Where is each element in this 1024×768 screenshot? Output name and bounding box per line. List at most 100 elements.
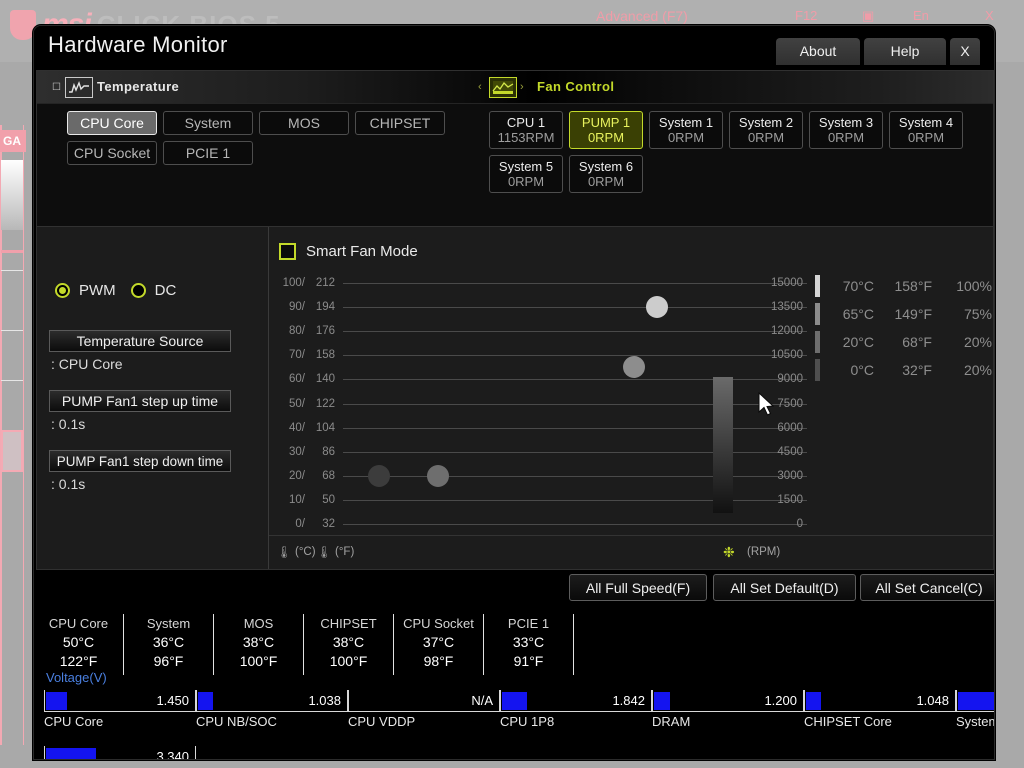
fan-button-system-2[interactable]: System 2 0RPM [729,111,803,149]
fan-name: PUMP 1 [581,114,631,130]
temp-source-chipset[interactable]: CHIPSET [355,111,445,135]
temperature-source-row: CPU Core System MOS CHIPSET [67,111,445,135]
fan-selector-row: System 5 0RPM System 6 0RPM [489,155,963,193]
fan-button-system-1[interactable]: System 1 0RPM [649,111,723,149]
temperature-source-setting[interactable]: Temperature Source [49,330,231,352]
rpm-tick-label: 0 [796,518,803,530]
rpm-tick-label: 1500 [777,493,803,506]
all-set-default-d-button[interactable]: All Set Default(D) [713,574,856,601]
voltage-bar-fill [806,692,821,710]
fan-control-body: PWM DC Temperature Source : CPU Core PUM… [37,226,993,569]
legend-row: 0°C 32°F 20% [815,359,992,381]
fan-rpm: 0RPM [907,129,945,145]
temp-readout-system: System 36°C 96°F [124,614,214,675]
voltage-label: System 12V [956,714,994,729]
voltage-bar-track: 1.048 [804,690,956,712]
help-button[interactable]: Help [864,38,946,65]
bios-side-highlight [1,430,23,472]
temp-readout-fahrenheit: 122°F [59,653,98,669]
voltage-bar-track: 1.842 [500,690,652,712]
prev-section-arrow[interactable]: ‹ [478,81,482,93]
thermometer-icon: 🌡 [317,547,332,559]
next-section-arrow[interactable]: › [520,81,524,93]
fan-rpm: 0RPM [507,173,545,189]
dc-radio[interactable] [130,283,146,298]
close-button[interactable]: X [950,38,980,65]
fan-action-buttons: All Full Speed(F) All Set Default(D) All S… [34,574,994,606]
temp-readout-name: MOS [243,616,274,631]
temperature-tick-label: 100/212 [282,277,335,289]
legend-percent: 20% [963,334,992,350]
legend-fahrenheit: 68°F [902,334,932,350]
fan-button-system-5[interactable]: System 5 0RPM [489,155,563,193]
fan-control-section-title: Fan Control [537,79,615,94]
fan-button-cpu-1[interactable]: CPU 1 1153RPM [489,111,563,149]
temperature-tick-label: 80/176 [289,325,335,338]
temperature-collapse-icon[interactable]: ☐ [52,82,61,93]
fan-name: CPU 1 [506,114,546,130]
mouse-cursor [757,391,777,425]
smart-fan-mode-checkbox[interactable] [279,243,296,260]
legend-celsius: 65°C [842,306,874,322]
temperature-source-buttons: CPU Core System MOS CHIPSET CPU Socket P… [67,111,445,171]
voltage-bar-fill [502,692,528,710]
voltage-bar-fill [654,692,671,710]
temp-source-mos[interactable]: MOS [259,111,349,135]
temperature-source-value: : CPU Core [51,356,123,372]
temp-readout-fahrenheit: 100°F [329,653,368,669]
fan-curve-point-4[interactable] [646,296,669,319]
voltage-bar-track: 12.288 [956,690,994,712]
temp-readout-cpu-socket: CPU Socket 37°C 98°F [394,614,484,675]
rpm-unit-label: (RPM) [747,546,781,558]
fan-curve-point-1[interactable] [367,464,390,487]
fan-curve-point-2[interactable] [427,464,450,487]
temp-source-system[interactable]: System [163,111,253,135]
bios-side-cell [1,270,23,330]
temp-readout-cpu-core: CPU Core 50°C 122°F [34,614,124,675]
voltage-label: CHIPSET Core [804,714,892,729]
about-button[interactable]: About [776,38,860,65]
pwm-radio[interactable] [55,283,70,298]
temp-source-pcie-1[interactable]: PCIE 1 [163,141,253,165]
advanced-mode-label: Advanced (F7) [596,8,688,24]
temp-readout-celsius: 50°C [62,634,95,650]
rpm-tick-label: 9000 [777,373,803,386]
voltage-item-cpu-nb-soc: 1.038 CPU NB/SOC [196,690,348,729]
temp-source-cpu-core[interactable]: CPU Core [67,111,157,135]
step-down-time-setting[interactable]: PUMP Fan1 step down time [49,450,231,472]
fan-button-system-3[interactable]: System 3 0RPM [809,111,883,149]
fan-button-pump-1[interactable]: PUMP 1 0RPM [569,111,643,149]
page-title: Hardware Monitor [48,32,228,57]
fan-curve-point-3[interactable] [623,356,646,379]
voltage-section-title: Voltage(V) [46,670,107,685]
temperature-tick-label: 70/158 [289,349,335,362]
temp-source-cpu-socket[interactable]: CPU Socket [67,141,157,165]
voltage-item-cpu-1p8: 1.842 CPU 1P8 [500,690,652,729]
voltage-item-cpu-core: 1.450 CPU Core [44,690,196,729]
voltage-bar-track: 1.038 [196,690,348,712]
chart-line-icon [65,77,93,98]
legend-celsius: 70°C [842,278,874,294]
fan-curve-chart[interactable]: 100/212 90/194 80/176 70/158 60/140 50/122 40/… [269,269,993,531]
chart-footer-legend: 🌡 (°C) 🌡 (°F) ❉ (RPM) [269,535,993,569]
temp-readout-name: System [146,616,191,631]
voltage-bar-fill [198,692,213,710]
temp-readout-pcie-1: PCIE 1 33°C 91°F [484,614,574,675]
all-full-speed-f-button[interactable]: All Full Speed(F) [569,574,707,601]
step-up-time-setting[interactable]: PUMP Fan1 step up time [49,390,231,412]
temperature-tick-label: 50/122 [289,397,335,410]
rpm-tick-label: 13500 [771,301,803,314]
rpm-tick-label: 3000 [777,469,803,482]
fan-button-system-6[interactable]: System 6 0RPM [569,155,643,193]
pwm-label: PWM [79,282,116,299]
legend-celsius: 0°C [850,362,875,378]
screenshot-icon: F12 [795,8,818,23]
temperature-tick-label: 60/140 [289,373,335,386]
voltage-bar-fill [46,748,97,759]
fan-chart-icon [489,77,517,98]
celsius-unit-label: (°C) [295,546,316,558]
all-set-cancel-c-button[interactable]: All Set Cancel(C) [860,574,994,601]
fan-button-system-4[interactable]: System 4 0RPM [889,111,963,149]
voltage-item-system-12v: 12.288 System 12V [956,690,994,729]
fan-selector-row: CPU 1 1153RPM PUMP 1 0RPM System 1 0RPM … [489,111,963,149]
